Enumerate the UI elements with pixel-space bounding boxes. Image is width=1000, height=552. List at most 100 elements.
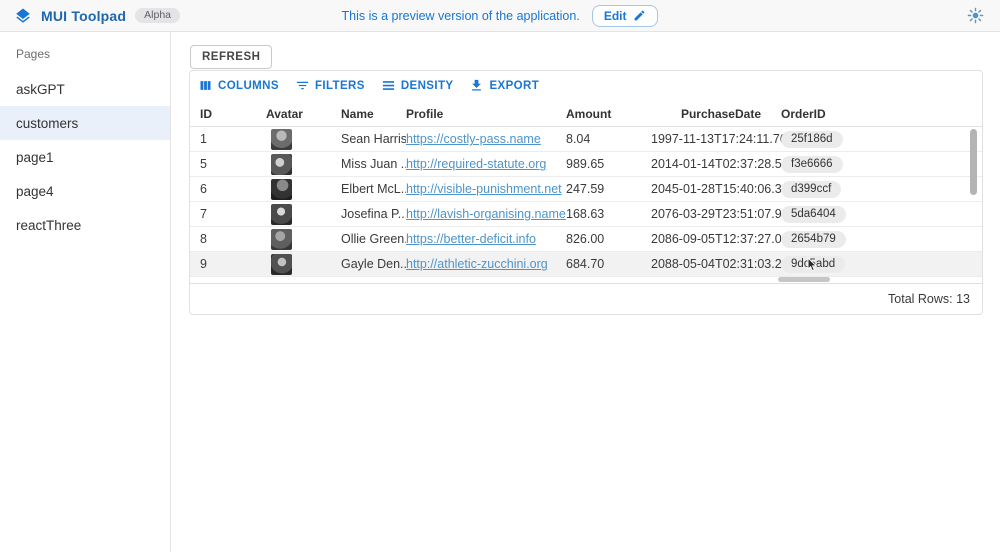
profile-link[interactable]: http://required-statute.org: [406, 157, 546, 171]
column-header-avatar[interactable]: Avatar: [266, 107, 341, 121]
table-row: 8 Ollie Green... https://better-deficit.…: [190, 227, 982, 252]
profile-link[interactable]: http://visible-punishment.net: [406, 182, 562, 196]
cell-name: Josefina P...: [341, 207, 406, 221]
export-button-label: EXPORT: [489, 80, 539, 92]
horizontal-scrollbar: [190, 277, 982, 283]
column-header-purchasedate[interactable]: PurchaseDate: [651, 107, 771, 121]
view-columns-icon: [198, 78, 213, 93]
profile-link[interactable]: http://lavish-organising.name: [406, 207, 566, 221]
edit-button[interactable]: Edit: [592, 5, 659, 27]
cell-avatar: [266, 129, 341, 150]
cell-profile: http://required-statute.org: [406, 157, 566, 171]
column-header-amount[interactable]: Amount: [566, 107, 651, 121]
cell-avatar: [266, 154, 341, 175]
app-bar: MUI Toolpad Alpha This is a preview vers…: [0, 0, 1000, 32]
cell-id: 6: [200, 182, 266, 196]
cell-id: 7: [200, 207, 266, 221]
sidebar-item-askgpt[interactable]: askGPT: [0, 72, 170, 106]
avatar: [271, 229, 292, 250]
cell-amount: 168.63: [566, 207, 651, 221]
profile-link[interactable]: http://athletic-zucchini.org: [406, 257, 548, 271]
cell-amount: 684.70: [566, 257, 651, 271]
profile-link[interactable]: https://costly-pass.name: [406, 132, 541, 146]
layers-icon: [14, 7, 32, 25]
refresh-button[interactable]: REFRESH: [190, 45, 272, 69]
sidebar-item-label: customers: [16, 116, 78, 131]
cell-amount: 826.00: [566, 232, 651, 246]
app-title: MUI Toolpad: [41, 8, 126, 24]
cell-profile: http://athletic-zucchini.org: [406, 257, 566, 271]
order-id-chip: 5da6404: [781, 206, 846, 224]
avatar: [271, 204, 292, 225]
cell-orderid: 9dc5abd: [771, 256, 982, 274]
avatar: [271, 129, 292, 150]
sidebar-subheader: Pages: [0, 32, 170, 72]
cell-purchasedate: 2086-09-05T12:37:27.015Z: [651, 232, 771, 246]
sidebar-item-reactthree[interactable]: reactThree: [0, 208, 170, 242]
filters-button-label: FILTERS: [315, 80, 365, 92]
filters-button[interactable]: FILTERS: [295, 78, 365, 93]
cell-purchasedate: 2045-01-28T15:40:06.325Z: [651, 182, 771, 196]
table-row: 7 Josefina P... http://lavish-organising…: [190, 202, 982, 227]
cell-id: 9: [200, 257, 266, 271]
sidebar-item-label: page4: [16, 184, 54, 199]
cell-orderid: 25f186d: [771, 131, 982, 149]
cell-name: Elbert McL...: [341, 182, 406, 196]
cell-id: 5: [200, 157, 266, 171]
grid-footer: Total Rows: 13: [190, 283, 982, 314]
main-content: REFRESH COLUMNS FILTERS DENSITY: [172, 32, 1000, 552]
export-button[interactable]: EXPORT: [469, 78, 539, 93]
order-id-chip: d399ccf: [781, 181, 841, 199]
column-header-profile[interactable]: Profile: [406, 107, 566, 121]
alpha-badge: Alpha: [135, 8, 180, 24]
sidebar-item-label: page1: [16, 150, 54, 165]
cell-profile: http://lavish-organising.name: [406, 207, 566, 221]
cell-amount: 247.59: [566, 182, 651, 196]
cell-orderid: 5da6404: [771, 206, 982, 224]
cell-avatar: [266, 254, 341, 275]
cell-name: Miss Juan ...: [341, 157, 406, 171]
pencil-icon: [633, 9, 646, 22]
grid-header-row: ID Avatar Name Profile Amount PurchaseDa…: [190, 101, 982, 128]
column-header-name[interactable]: Name: [341, 107, 406, 121]
sidebar-item-page4[interactable]: page4: [0, 174, 170, 208]
cell-amount: 989.65: [566, 157, 651, 171]
column-header-id[interactable]: ID: [200, 107, 266, 121]
vertical-scrollbar-thumb[interactable]: [970, 129, 977, 195]
cell-profile: https://better-deficit.info: [406, 232, 566, 246]
sidebar: Pages askGPT customers page1 page4 react…: [0, 32, 171, 552]
cell-id: 8: [200, 232, 266, 246]
columns-button-label: COLUMNS: [218, 80, 279, 92]
density-button[interactable]: DENSITY: [381, 78, 454, 93]
grid-toolbar: COLUMNS FILTERS DENSITY EXPORT: [190, 71, 982, 101]
cell-name: Sean Harris: [341, 132, 406, 146]
sun-icon: [967, 7, 984, 24]
order-id-chip: 9dc5abd: [781, 256, 845, 274]
order-id-chip: f3e6666: [781, 156, 843, 174]
density-icon: [381, 78, 396, 93]
sidebar-item-customers[interactable]: customers: [0, 106, 170, 140]
cell-id: 1: [200, 132, 266, 146]
columns-button[interactable]: COLUMNS: [198, 78, 279, 93]
order-id-chip: 25f186d: [781, 131, 843, 149]
profile-link[interactable]: https://better-deficit.info: [406, 232, 536, 246]
cell-amount: 8.04: [566, 132, 651, 146]
sidebar-nav: askGPT customers page1 page4 reactThree: [0, 72, 170, 242]
column-header-orderid[interactable]: OrderID: [771, 107, 982, 121]
sidebar-item-label: reactThree: [16, 218, 81, 233]
theme-toggle-button[interactable]: [965, 5, 986, 26]
horizontal-scrollbar-thumb[interactable]: [778, 277, 830, 282]
download-icon: [469, 78, 484, 93]
total-rows-label: Total Rows: 13: [888, 292, 970, 306]
sidebar-item-page1[interactable]: page1: [0, 140, 170, 174]
cell-profile: http://visible-punishment.net: [406, 182, 566, 196]
cell-avatar: [266, 179, 341, 200]
cell-profile: https://costly-pass.name: [406, 132, 566, 146]
preview-banner-text: This is a preview version of the applica…: [342, 9, 580, 23]
table-row: 5 Miss Juan ... http://required-statute.…: [190, 152, 982, 177]
sidebar-item-label: askGPT: [16, 82, 65, 97]
cell-purchasedate: 1997-11-13T17:24:11.769Z: [651, 132, 771, 146]
order-id-chip: 2654b79: [781, 231, 846, 249]
grid-rows: 1 Sean Harris https://costly-pass.name 8…: [190, 127, 982, 277]
cell-purchasedate: 2014-01-14T02:37:28.536Z: [651, 157, 771, 171]
